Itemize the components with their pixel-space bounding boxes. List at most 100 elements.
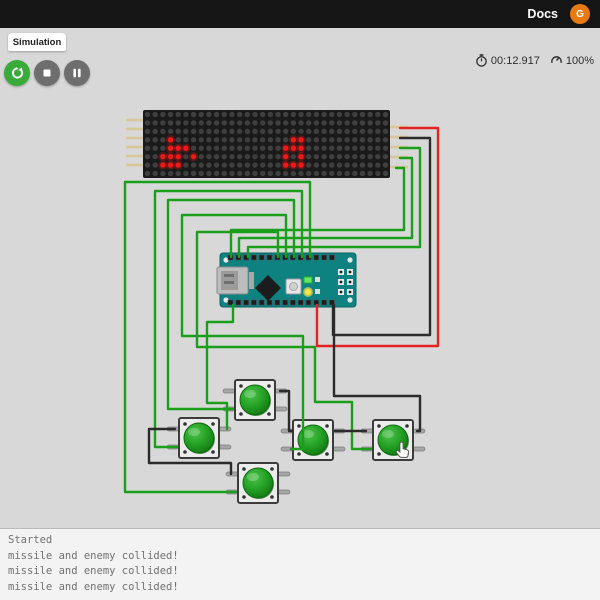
matrix-led-off	[359, 137, 366, 143]
pushbutton-right[interactable]	[360, 419, 426, 461]
matrix-led-off	[198, 128, 204, 135]
matrix-led-off	[313, 111, 320, 118]
matrix-led-off	[213, 170, 220, 177]
matrix-led-off	[259, 137, 266, 143]
arduino-pin[interactable]	[258, 299, 265, 306]
arduino-pin[interactable]	[297, 299, 304, 306]
arduino-icsp-pin	[348, 270, 352, 274]
restart-simulation-button[interactable]	[4, 60, 30, 86]
matrix-led-off	[344, 128, 350, 135]
wire-black-12[interactable]	[332, 303, 422, 433]
pushbutton-cap[interactable]	[242, 467, 274, 499]
matrix-led-off	[229, 170, 235, 177]
arduino-pin[interactable]	[305, 299, 312, 306]
led-matrix[interactable]	[126, 110, 408, 178]
arduino-pin[interactable]	[243, 299, 249, 306]
matrix-led-off	[344, 170, 350, 177]
matrix-led-off	[344, 111, 350, 118]
console-line: Started	[8, 534, 53, 546]
pause-simulation-button[interactable]	[64, 60, 90, 86]
arduino-pin[interactable]	[313, 254, 320, 261]
arduino-pin[interactable]	[235, 299, 242, 306]
arduino-usb-slot	[224, 274, 234, 277]
matrix-led-off	[160, 145, 166, 151]
matrix-led-off	[221, 111, 227, 118]
arduino-pin[interactable]	[274, 299, 281, 306]
matrix-led-off	[160, 120, 166, 126]
matrix-left-pin	[126, 163, 144, 167]
matrix-led-off	[359, 162, 366, 168]
arduino-pin[interactable]	[251, 254, 257, 261]
matrix-led-off	[367, 120, 373, 126]
matrix-led-off	[206, 145, 212, 151]
matrix-led-off	[236, 120, 243, 126]
matrix-led-off	[336, 120, 343, 126]
matrix-led-off	[329, 153, 335, 160]
matrix-led-off	[229, 153, 235, 160]
matrix-led-off	[367, 162, 373, 168]
arduino-pin[interactable]	[329, 254, 335, 261]
matrix-led-off	[298, 120, 304, 126]
matrix-led-off	[275, 153, 281, 160]
matrix-led-off	[367, 145, 373, 151]
matrix-led-on	[298, 145, 304, 151]
arduino-pin[interactable]	[321, 299, 327, 306]
matrix-led-off	[152, 137, 158, 143]
matrix-led-off	[367, 137, 373, 143]
pushbutton-left[interactable]	[166, 417, 232, 459]
circuit-canvas	[123, 110, 440, 504]
matrix-led-off	[329, 128, 335, 135]
arduino-pin[interactable]	[258, 254, 265, 261]
pushbutton-middle[interactable]	[280, 419, 346, 461]
matrix-led-off	[221, 120, 227, 126]
matrix-led-off	[259, 153, 266, 160]
arduino-pin[interactable]	[321, 254, 327, 261]
matrix-led-off	[206, 137, 212, 143]
matrix-led-off	[282, 111, 289, 118]
matrix-led-off	[336, 162, 343, 168]
pushbutton-bottom[interactable]	[225, 462, 291, 504]
pause-icon	[73, 68, 81, 78]
matrix-led-off	[252, 111, 258, 118]
stop-simulation-button[interactable]	[34, 60, 60, 86]
matrix-led-off	[244, 111, 251, 118]
arduino-icsp-pin	[339, 270, 343, 274]
matrix-led-off	[206, 111, 212, 118]
matrix-led-off	[213, 111, 220, 118]
arduino-pin[interactable]	[251, 299, 257, 306]
matrix-led-off	[306, 162, 312, 168]
pushbutton-cap[interactable]	[183, 422, 215, 454]
docs-link[interactable]: Docs	[527, 7, 558, 21]
arduino-pin[interactable]	[266, 254, 273, 261]
pushbutton-screw	[270, 495, 274, 499]
matrix-led-off	[275, 162, 281, 168]
tab-simulation[interactable]: Simulation	[8, 33, 66, 51]
matrix-led-off	[221, 170, 227, 177]
serial-console[interactable]: Started missile and enemy collided! missil…	[0, 528, 600, 600]
matrix-led-off	[198, 120, 204, 126]
matrix-led-off	[229, 120, 235, 126]
matrix-led-off	[259, 111, 266, 118]
matrix-led-off	[236, 111, 243, 118]
pushbutton-top[interactable]	[222, 379, 288, 421]
avatar[interactable]: G	[570, 4, 590, 24]
matrix-led-off	[167, 170, 174, 177]
matrix-led-off	[244, 170, 251, 177]
arduino-pin[interactable]	[282, 299, 288, 306]
pushbutton-cap[interactable]	[239, 384, 271, 416]
matrix-led-off	[206, 153, 212, 160]
matrix-led-off	[375, 137, 381, 143]
matrix-led-off	[160, 137, 166, 143]
arduino-nano[interactable]	[216, 252, 357, 308]
matrix-led-off	[275, 170, 281, 177]
matrix-led-off	[152, 120, 158, 126]
matrix-led-off	[236, 153, 243, 160]
console-line: missile and enemy collided!	[8, 580, 179, 593]
matrix-led-off	[313, 128, 320, 135]
pushbutton-screw	[239, 384, 243, 388]
arduino-pin[interactable]	[290, 299, 296, 306]
matrix-led-off	[329, 111, 335, 118]
matrix-led-off	[298, 128, 304, 135]
matrix-led-off	[183, 170, 189, 177]
matrix-led-off	[359, 153, 366, 160]
